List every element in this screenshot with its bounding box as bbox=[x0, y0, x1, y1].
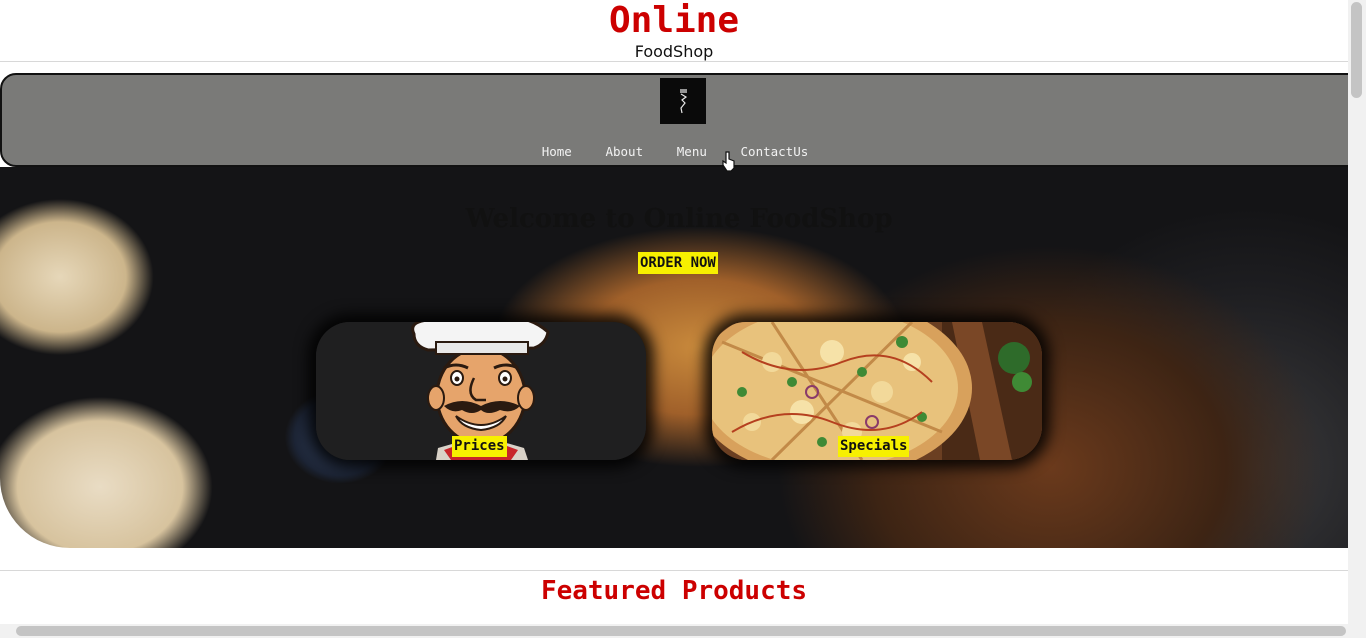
site-header: Online FoodShop bbox=[0, 0, 1348, 62]
main-navbar: Home About Menu ContactUs bbox=[0, 73, 1350, 167]
brand-title: Online bbox=[608, 0, 740, 41]
specials-card[interactable]: Specials bbox=[712, 322, 1042, 460]
horizontal-scrollbar-thumb[interactable] bbox=[16, 626, 1346, 636]
vertical-scrollbar-thumb[interactable] bbox=[1351, 2, 1362, 98]
nav-links: Home About Menu ContactUs bbox=[2, 141, 1348, 160]
brand-subtitle: FoodShop bbox=[634, 42, 714, 61]
specials-label[interactable]: Specials bbox=[838, 436, 910, 457]
nav-link-menu[interactable]: Menu bbox=[677, 144, 707, 159]
page: Online FoodShop Home About Menu ContactU… bbox=[0, 0, 1366, 638]
nav-link-about[interactable]: About bbox=[605, 144, 643, 159]
order-now-button[interactable]: ORDER NOW bbox=[638, 252, 718, 274]
featured-section: Featured Products bbox=[0, 570, 1348, 626]
prices-card[interactable]: Prices bbox=[316, 322, 646, 460]
nav-link-contactus[interactable]: ContactUs bbox=[741, 144, 809, 159]
nav-link-home[interactable]: Home bbox=[542, 144, 572, 159]
hero-title: Welcome to Online FoodShop bbox=[465, 204, 893, 234]
prices-label[interactable]: Prices bbox=[452, 436, 507, 457]
featured-title: Featured Products bbox=[540, 576, 808, 606]
mouse-cursor-icon bbox=[722, 151, 735, 172]
fork-logo-icon[interactable] bbox=[660, 78, 706, 124]
